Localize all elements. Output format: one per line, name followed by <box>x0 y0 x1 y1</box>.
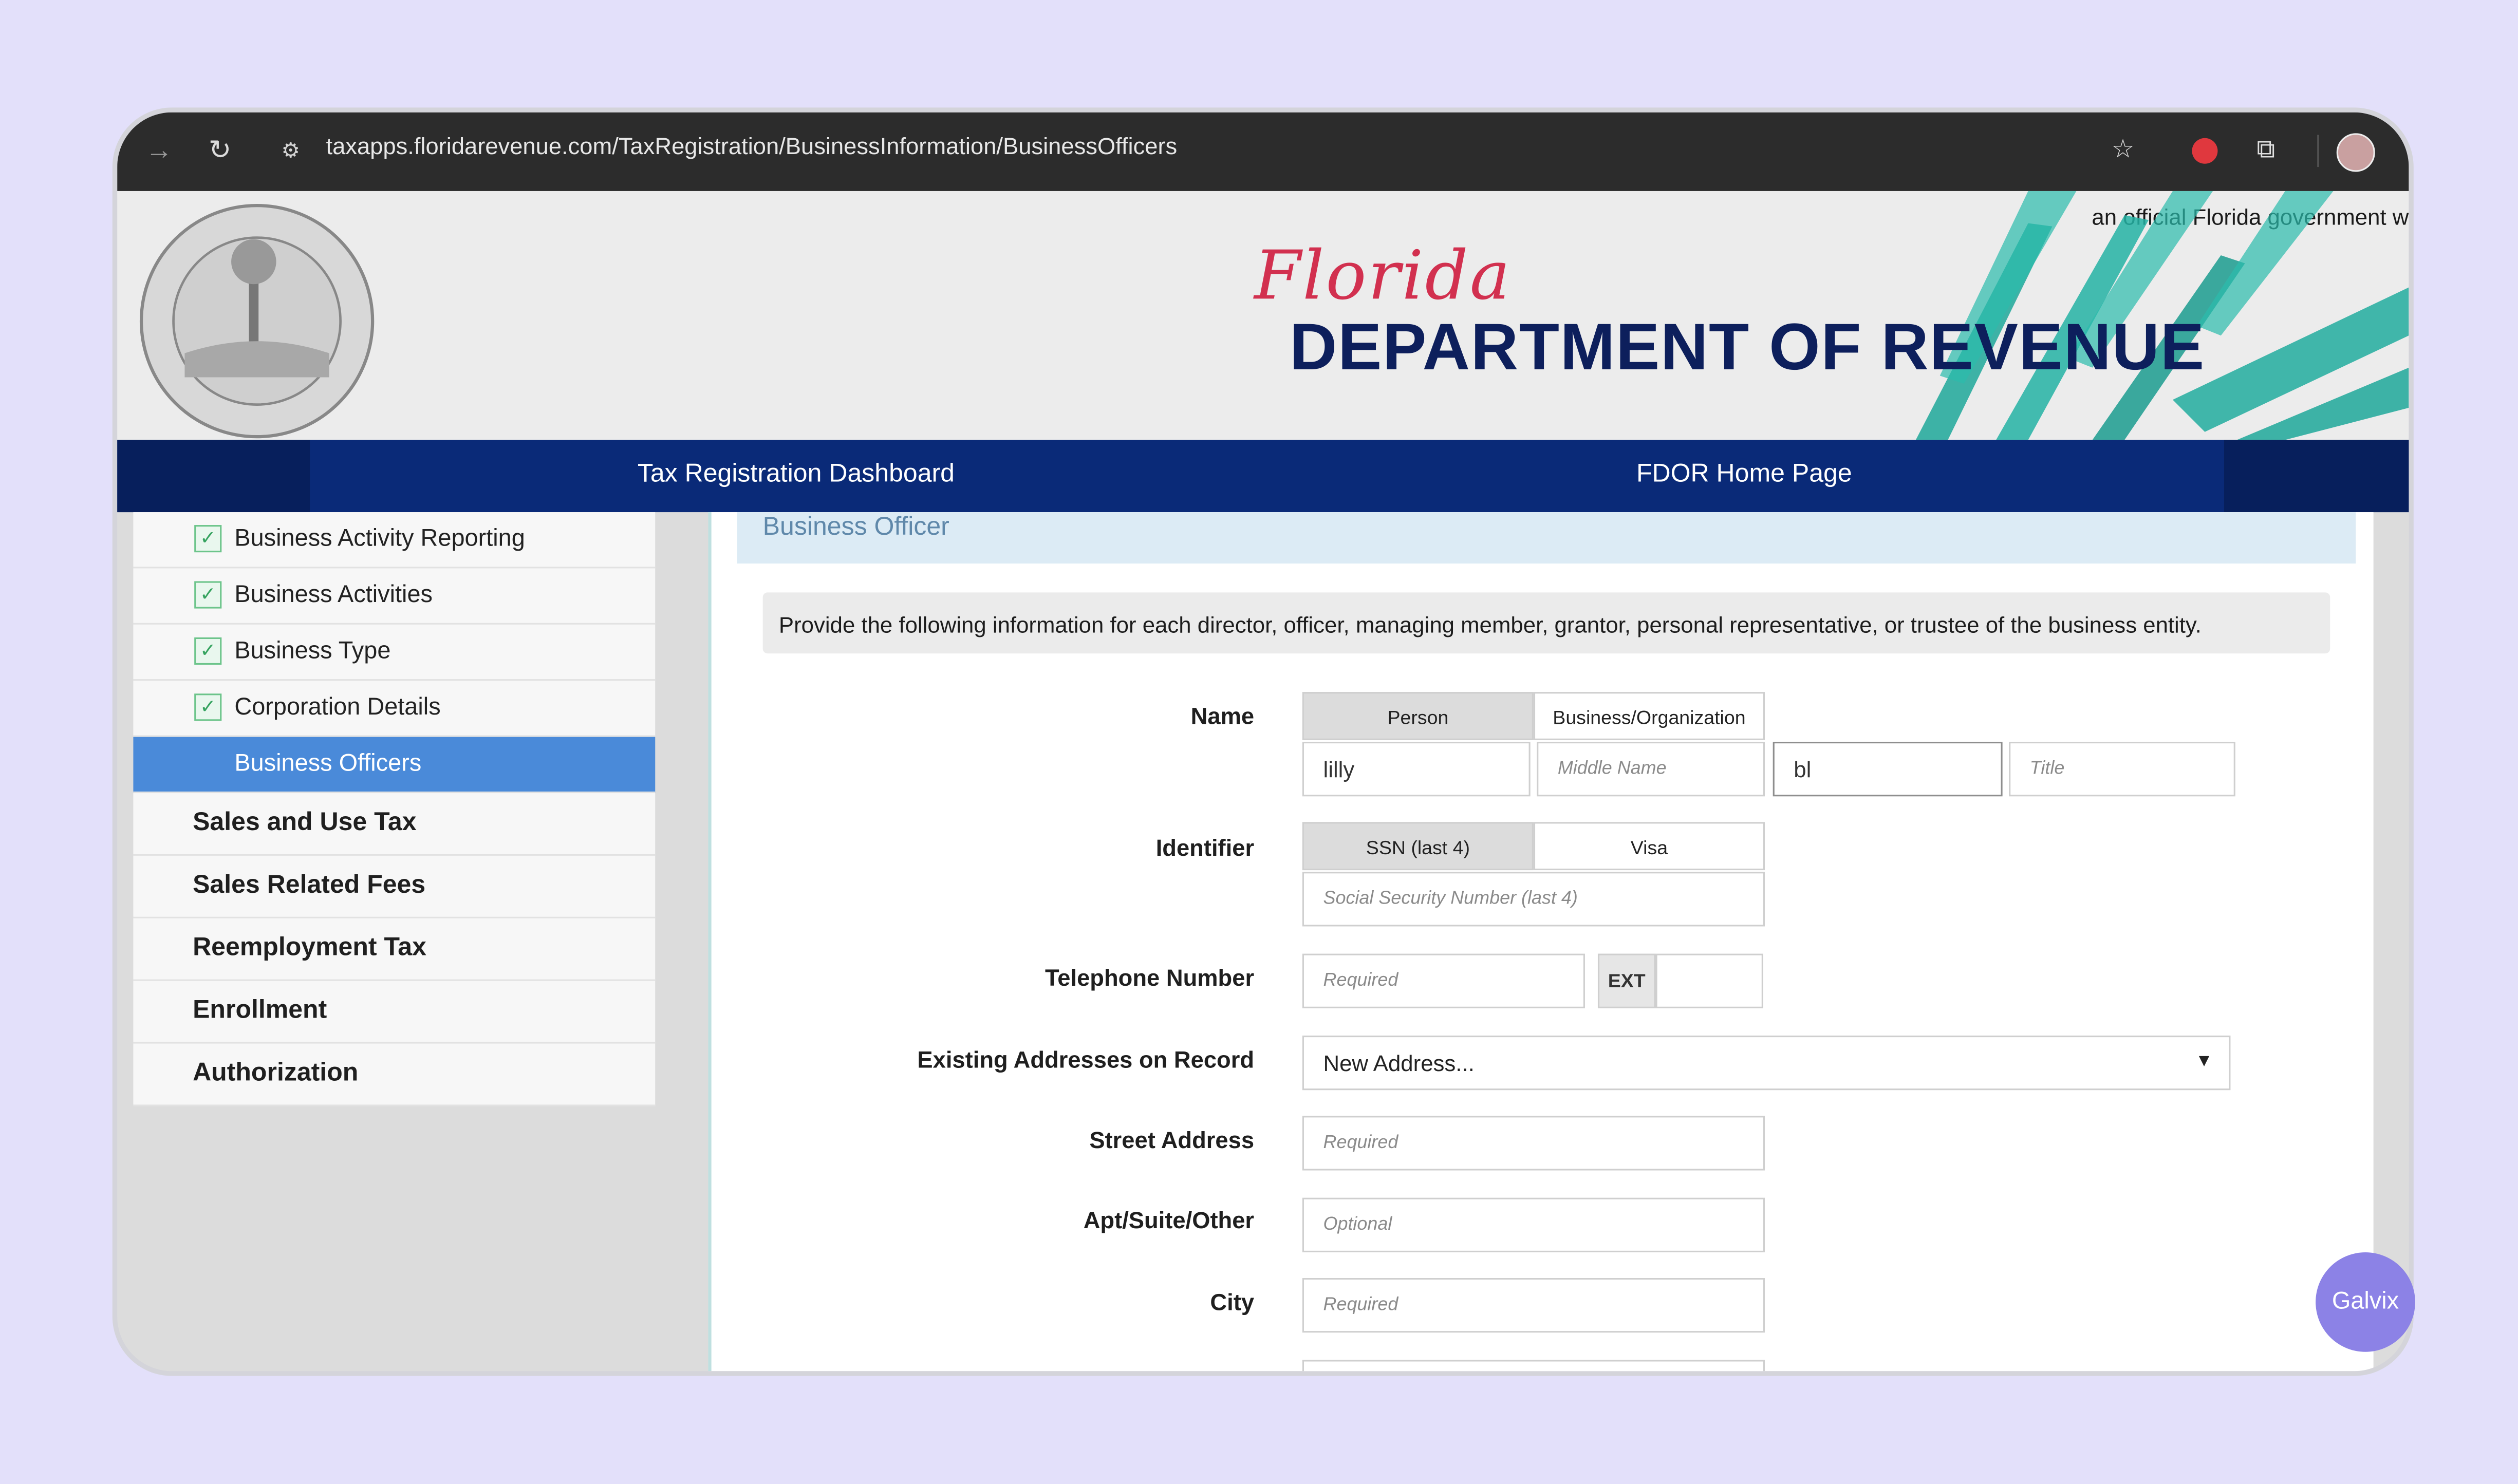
ssn-input[interactable]: Social Security Number (last 4) <box>1302 872 1765 927</box>
tab-visa[interactable]: Visa <box>1533 822 1765 871</box>
nav-tax-registration-dashboard[interactable]: Tax Registration Dashboard <box>638 461 955 490</box>
site-info-icon[interactable]: ⚙ <box>271 132 310 170</box>
apt-suite-label: Apt/Suite/Other <box>1083 1209 1255 1235</box>
browser-window: → ↻ ⚙ taxapps.floridarevenue.com/TaxRegi… <box>117 112 2409 1372</box>
puzzle-icon[interactable]: ⧉ <box>2247 132 2285 170</box>
refresh-icon[interactable]: ↻ <box>201 132 239 170</box>
city-label: City <box>1210 1290 1255 1317</box>
telephone-label: Telephone Number <box>1044 966 1255 992</box>
sidebar: ✓ Business Activity Reporting ✓ Business… <box>133 512 656 1106</box>
form-title: Business Officer <box>762 514 949 541</box>
tab-business-organization[interactable]: Business/Organization <box>1533 692 1765 740</box>
name-label: Name <box>1190 705 1255 731</box>
forward-icon[interactable]: → <box>140 132 178 170</box>
title-input[interactable]: Title <box>2009 742 2235 797</box>
address-bar[interactable]: taxapps.floridarevenue.com/TaxRegistrati… <box>326 135 1177 161</box>
sidebar-section-enrollment[interactable]: Enrollment <box>133 981 656 1044</box>
logo-department-title: DEPARTMENT OF REVENUE <box>1289 310 2205 384</box>
city-input[interactable]: Required <box>1302 1278 1765 1333</box>
dropdown-arrow-icon: ▼ <box>2195 1051 2213 1071</box>
tab-ssn-last-4[interactable]: SSN (last 4) <box>1302 822 1534 871</box>
tab-person[interactable]: Person <box>1302 692 1534 740</box>
street-address-label: Street Address <box>1089 1129 1255 1155</box>
ext-label: EXT <box>1597 953 1656 1008</box>
state-seal-icon <box>139 203 375 439</box>
browser-toolbar: → ↻ ⚙ taxapps.floridarevenue.com/TaxRegi… <box>117 112 2409 191</box>
checkmark-icon: ✓ <box>194 637 222 665</box>
first-name-input[interactable]: lilly <box>1302 742 1531 797</box>
sidebar-section-sales-and-use-tax[interactable]: Sales and Use Tax <box>133 793 656 856</box>
last-name-input[interactable]: bl <box>1773 742 2003 797</box>
next-field-input[interactable] <box>1302 1360 1765 1372</box>
identifier-label: Identifier <box>1155 836 1255 862</box>
existing-addresses-label: Existing Addresses on Record <box>917 1048 1255 1075</box>
checkmark-icon: ✓ <box>194 581 222 609</box>
form-title-bar: Business Officer <box>737 512 2356 564</box>
sidebar-item-business-activity-reporting[interactable]: ✓ Business Activity Reporting <box>133 512 656 569</box>
top-navigation: Tax Registration Dashboard FDOR Home Pag… <box>117 440 2409 513</box>
galvix-badge[interactable]: Galvix <box>2316 1252 2415 1352</box>
bookmark-star-icon[interactable]: ☆ <box>2104 132 2142 170</box>
profile-avatar[interactable] <box>2336 133 2375 172</box>
extension-icon[interactable] <box>2186 132 2224 170</box>
middle-name-input[interactable]: Middle Name <box>1537 742 1765 797</box>
business-officer-form: Business Officer Provide the following i… <box>708 512 2374 1372</box>
sidebar-section-authorization[interactable]: Authorization <box>133 1043 656 1106</box>
sidebar-section-reemployment-tax[interactable]: Reemployment Tax <box>133 918 656 981</box>
apt-suite-input[interactable]: Optional <box>1302 1197 1765 1252</box>
sidebar-item-corporation-details[interactable]: ✓ Corporation Details <box>133 681 656 737</box>
nav-fdor-home-page[interactable]: FDOR Home Page <box>1636 461 1852 490</box>
street-address-input[interactable]: Required <box>1302 1116 1765 1171</box>
telephone-input[interactable]: Required <box>1302 953 1585 1008</box>
sidebar-item-business-type[interactable]: ✓ Business Type <box>133 624 656 681</box>
logo-florida-script: Florida <box>1254 236 1512 315</box>
sidebar-item-business-officers[interactable]: Business Officers <box>133 737 656 794</box>
site-header: an official Florida government w Florida… <box>117 191 2409 440</box>
checkmark-icon: ✓ <box>194 693 222 721</box>
checkmark-icon: ✓ <box>194 525 222 553</box>
existing-addresses-select[interactable]: New Address... ▼ <box>1302 1036 2231 1091</box>
form-instructions: Provide the following information for ea… <box>762 592 2330 654</box>
extension-input[interactable] <box>1655 953 1763 1008</box>
sidebar-item-business-activities[interactable]: ✓ Business Activities <box>133 568 656 625</box>
toolbar-divider <box>2317 135 2319 167</box>
sidebar-section-sales-related-fees[interactable]: Sales Related Fees <box>133 855 656 918</box>
